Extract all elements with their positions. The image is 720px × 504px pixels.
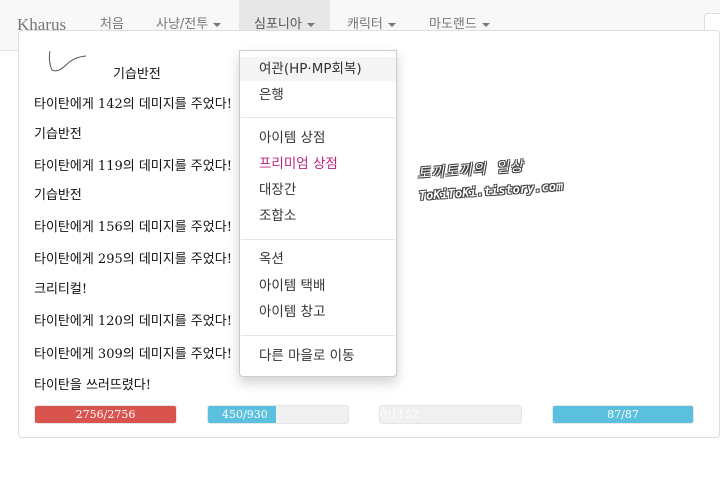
chevron-down-icon	[387, 22, 396, 27]
menu-item-item-delivery[interactable]: 아이템 택배	[240, 274, 396, 298]
menu-item-travel[interactable]: 다른 마을로 이동	[240, 344, 396, 368]
log-line: 타이탄에게 156의 데미지를 주었다!	[34, 220, 232, 235]
menu-item-inn[interactable]: 여관(HP·MP회복)	[240, 57, 396, 81]
symphonia-dropdown-menu: 여관(HP·MP회복) 은행 아이템 상점 프리미엄 상점 대장간 조합소 옥션…	[239, 50, 397, 377]
menu-item-premium-shop[interactable]: 프리미엄 상점	[240, 152, 396, 176]
menu-item-crafting[interactable]: 조합소	[240, 204, 396, 228]
menu-item-auction[interactable]: 옥션	[240, 247, 396, 271]
exp-bar: 0/1152	[379, 405, 522, 424]
log-line: 타이탄에게 309의 데미지를 주었다!	[34, 347, 232, 362]
menu-divider	[241, 335, 395, 336]
log-line: 기습반전	[34, 127, 82, 142]
chevron-down-icon	[213, 22, 222, 27]
stamina-bar: 87/87	[552, 405, 694, 424]
log-line: 타이탄에게 119의 데미지를 주었다!	[34, 159, 232, 174]
chevron-down-icon	[481, 22, 490, 27]
mp-bar: 450/930	[207, 405, 349, 424]
menu-item-item-storage[interactable]: 아이템 창고	[240, 300, 396, 324]
stamina-bar-label: 87/87	[607, 408, 639, 421]
log-line: 기습반전	[34, 188, 82, 203]
log-line: 크리티컬!	[34, 282, 88, 297]
chevron-down-icon	[306, 22, 315, 27]
exp-bar-label: 0/1152	[380, 408, 419, 421]
mp-bar-label: 450/930	[222, 408, 268, 421]
hp-bar: 2756/2756	[34, 405, 177, 424]
menu-item-blacksmith[interactable]: 대장간	[240, 178, 396, 202]
menu-item-bank[interactable]: 은행	[240, 83, 396, 107]
log-line: 타이탄에게 295의 데미지를 주었다!	[34, 252, 232, 267]
menu-divider	[241, 117, 395, 118]
log-line: 타이탄에게 142의 데미지를 주었다!	[34, 97, 232, 112]
log-line: 타이탄에게 120의 데미지를 주었다!	[34, 314, 232, 329]
log-line: 기습반전	[113, 67, 161, 82]
sketch-image	[48, 51, 87, 72]
menu-divider	[241, 239, 395, 240]
menu-item-item-shop[interactable]: 아이템 상점	[240, 126, 396, 150]
log-line: 타이탄을 쓰러뜨렸다!	[34, 378, 151, 393]
hp-bar-label: 2756/2756	[75, 408, 136, 421]
